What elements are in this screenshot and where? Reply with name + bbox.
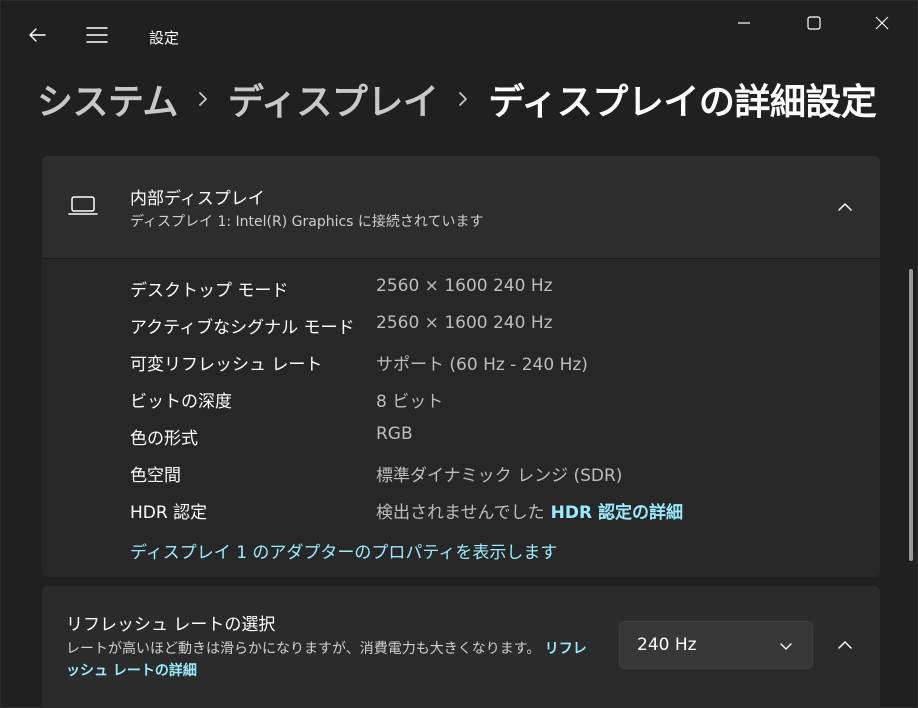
- property-value: 標準ダイナミック レンジ (SDR): [376, 466, 623, 486]
- close-button[interactable]: [859, 1, 905, 45]
- minimize-button[interactable]: [721, 1, 767, 45]
- app-title: 設定: [149, 29, 180, 47]
- property-label: HDR 認定: [130, 503, 208, 523]
- breadcrumb-separator: [438, 90, 488, 108]
- display-info-card: 内部ディスプレイ ディスプレイ 1: Intel(R) Graphics に接続…: [42, 156, 880, 577]
- property-label: 色空間: [130, 466, 181, 486]
- property-row-active-signal-mode: アクティブなシグナル モード 2560 × 1600 240 Hz: [130, 313, 830, 343]
- property-value: 検出されませんでした: [376, 503, 545, 523]
- property-value: 2560 × 1600 240 Hz: [376, 313, 553, 333]
- property-row-variable-refresh-rate: 可変リフレッシュ レート サポート (60 Hz - 240 Hz): [130, 350, 830, 380]
- breadcrumb-item-system[interactable]: システム: [37, 73, 178, 125]
- property-value: 8 ビット: [376, 392, 444, 412]
- collapse-refresh-rate-button[interactable]: [825, 625, 865, 665]
- refresh-rate-description: レートが高いほど動きは滑らかになりますが、消費電力も大きくなります。 リフレッシ…: [66, 638, 594, 682]
- property-label: ビットの深度: [130, 392, 232, 412]
- property-row-bit-depth: ビットの深度 8 ビット: [130, 387, 830, 417]
- property-row-desktop-mode: デスクトップ モード 2560 × 1600 240 Hz: [130, 276, 830, 306]
- chevron-down-icon: [780, 643, 792, 650]
- title-bar: 設定: [1, 1, 917, 71]
- hamburger-menu-icon: [86, 27, 108, 43]
- page-title: ディスプレイの詳細設定: [488, 82, 877, 123]
- breadcrumb-separator: [178, 90, 228, 108]
- settings-window: 設定 システム ディスプレイ ディスプレイの詳細設定 内部ディスプレイ ディスプ…: [0, 0, 918, 708]
- property-label: デスクトップ モード: [130, 281, 289, 301]
- back-button[interactable]: [17, 15, 57, 55]
- back-arrow-icon: [29, 28, 46, 42]
- property-value: 2560 × 1600 240 Hz: [376, 276, 553, 296]
- navigation-menu-button[interactable]: [77, 15, 117, 55]
- chevron-up-icon: [838, 641, 852, 649]
- property-label: 可変リフレッシュ レート: [130, 355, 323, 375]
- chevron-right-icon: [199, 92, 207, 106]
- property-label: 色の形式: [130, 429, 198, 449]
- refresh-rate-title: リフレッシュ レートの選択: [66, 615, 276, 635]
- chevron-right-icon: [459, 92, 468, 106]
- hdr-certification-details-link[interactable]: HDR 認定の詳細: [551, 503, 683, 523]
- maximize-button[interactable]: [791, 1, 837, 45]
- collapse-display-info-button[interactable]: [825, 187, 865, 227]
- adapter-properties-link[interactable]: ディスプレイ 1 のアダプターのプロパティを表示します: [130, 538, 557, 563]
- chevron-up-icon: [838, 203, 852, 211]
- maximize-icon: [807, 16, 821, 30]
- property-value-hdr: 検出されませんでした HDR 認定の詳細: [376, 498, 683, 523]
- laptop-icon: [68, 196, 98, 215]
- close-icon: [875, 16, 889, 30]
- refresh-rate-card: リフレッシュ レートの選択 レートが高いほど動きは滑らかになりますが、消費電力も…: [42, 586, 880, 708]
- minimize-icon: [738, 22, 750, 24]
- property-value: RGB: [376, 424, 413, 444]
- display-name: 内部ディスプレイ: [130, 189, 265, 209]
- property-row-hdr-certification: HDR 認定 検出されませんでした HDR 認定の詳細: [130, 498, 830, 528]
- property-label: アクティブなシグナル モード: [130, 318, 355, 338]
- property-row-color-space: 色空間 標準ダイナミック レンジ (SDR): [130, 461, 830, 491]
- breadcrumb-item-display[interactable]: ディスプレイ: [228, 73, 439, 125]
- display-properties: デスクトップ モード 2560 × 1600 240 Hz アクティブなシグナル…: [42, 259, 880, 577]
- property-value: サポート (60 Hz - 240 Hz): [376, 355, 588, 375]
- display-info-header[interactable]: 内部ディスプレイ ディスプレイ 1: Intel(R) Graphics に接続…: [42, 156, 880, 258]
- display-connection-info: ディスプレイ 1: Intel(R) Graphics に接続されています: [130, 214, 484, 230]
- breadcrumb: システム ディスプレイ ディスプレイの詳細設定: [37, 71, 877, 127]
- refresh-rate-dropdown[interactable]: 240 Hz: [619, 621, 813, 669]
- refresh-rate-selected-value: 240 Hz: [637, 635, 697, 655]
- property-row-color-format: 色の形式 RGB: [130, 424, 830, 454]
- refresh-rate-description-text: レートが高いほど動きは滑らかになりますが、消費電力も大きくなります。: [66, 641, 541, 657]
- vertical-scrollbar[interactable]: [909, 269, 913, 561]
